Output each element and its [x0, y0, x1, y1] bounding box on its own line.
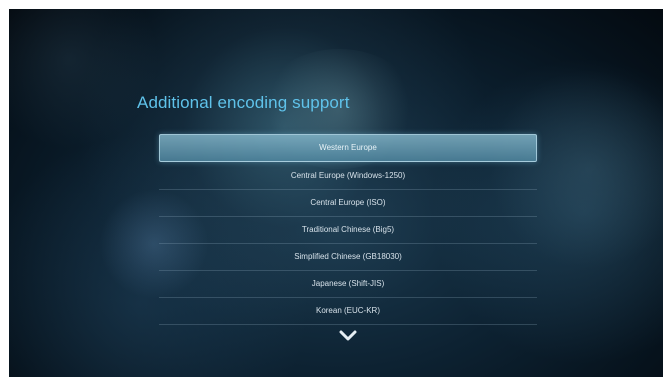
option-japanese-shift-jis[interactable]: Japanese (Shift-JIS)	[159, 271, 537, 298]
option-western-europe[interactable]: Western Europe	[159, 134, 537, 162]
option-korean-euc-kr[interactable]: Korean (EUC-KR)	[159, 298, 537, 325]
tv-screen: Additional encoding support Western Euro…	[9, 9, 663, 377]
page-title: Additional encoding support	[137, 93, 350, 112]
background-bokeh	[9, 9, 159, 149]
chevron-down-icon[interactable]	[339, 330, 357, 342]
option-central-europe-iso[interactable]: Central Europe (ISO)	[159, 190, 537, 217]
encoding-option-list: Western Europe Central Europe (Windows-1…	[159, 134, 537, 325]
option-central-europe-windows-1250[interactable]: Central Europe (Windows-1250)	[159, 163, 537, 190]
option-traditional-chinese-big5[interactable]: Traditional Chinese (Big5)	[159, 217, 537, 244]
option-simplified-chinese-gb18030[interactable]: Simplified Chinese (GB18030)	[159, 244, 537, 271]
